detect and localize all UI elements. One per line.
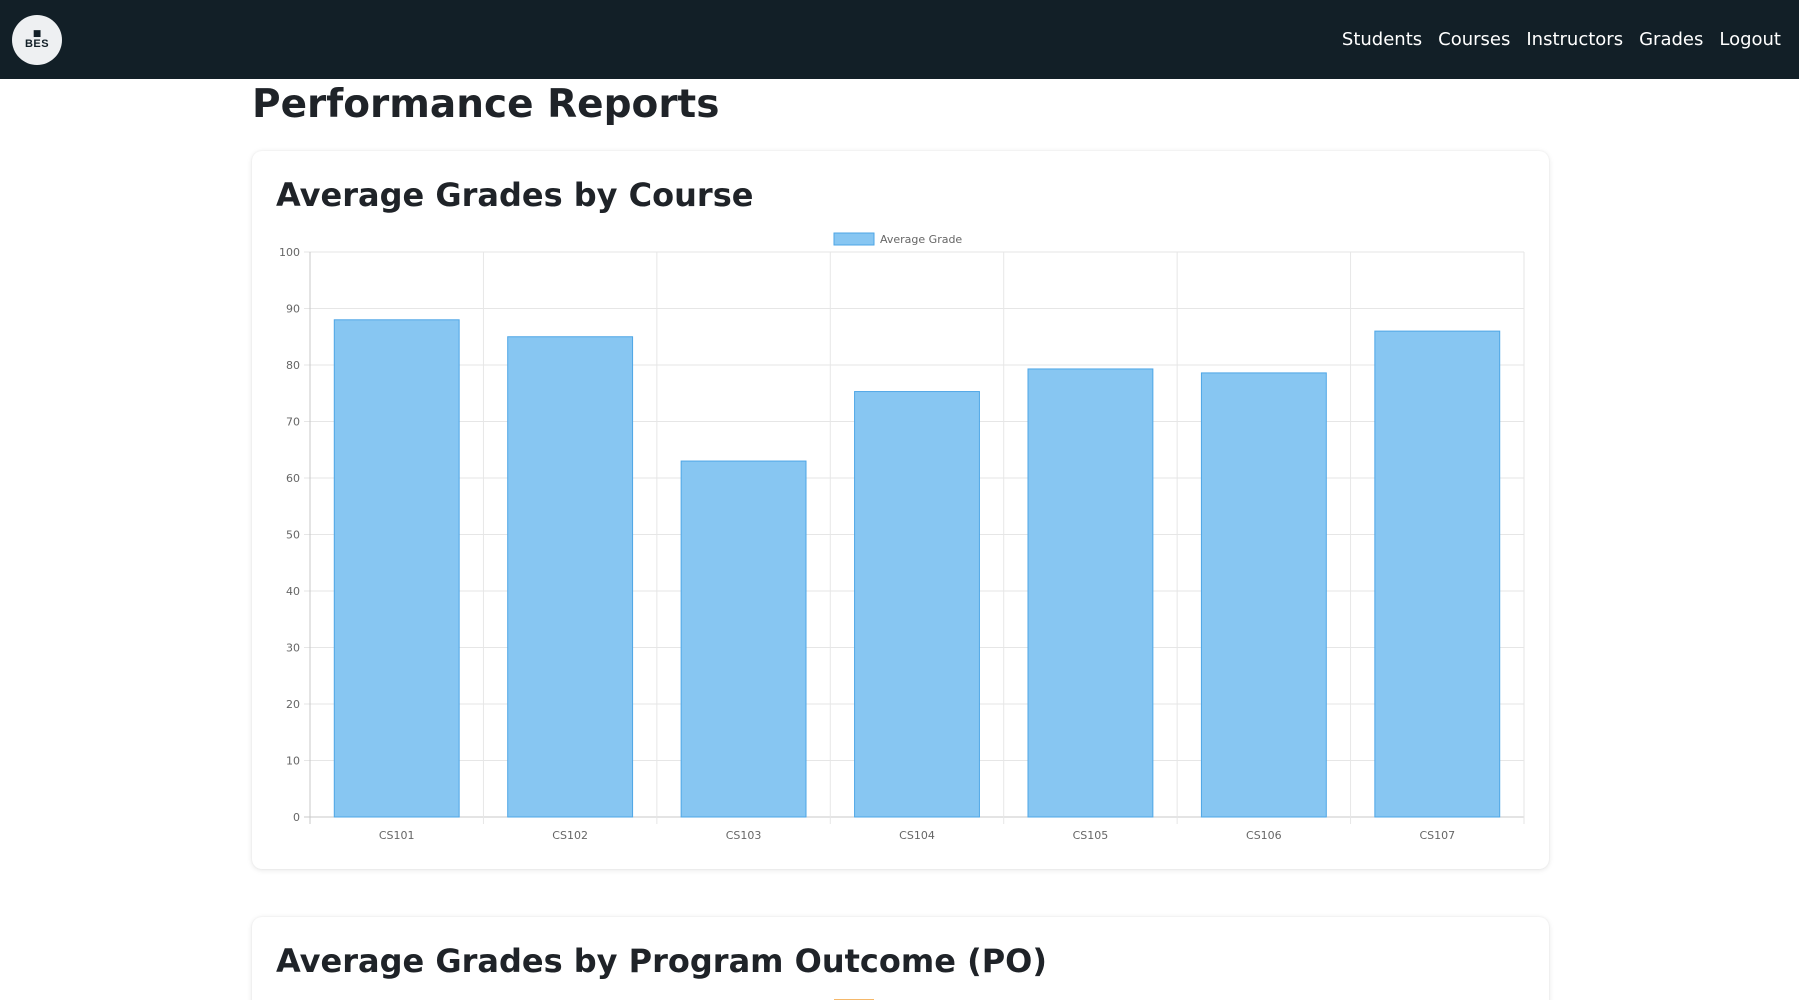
nav-link-students[interactable]: Students xyxy=(1342,29,1422,50)
x-tick-label: CS106 xyxy=(1246,829,1282,842)
y-tick-label: 70 xyxy=(286,416,300,429)
top-navbar: ■ BES Students Courses Instructors Grade… xyxy=(0,0,1799,79)
bar-cs102 xyxy=(507,336,634,818)
nav-link-logout[interactable]: Logout xyxy=(1719,29,1781,50)
y-tick-label: 50 xyxy=(286,529,300,542)
nav-link-courses[interactable]: Courses xyxy=(1438,29,1510,50)
y-tick-label: 0 xyxy=(293,811,300,824)
legend-swatch xyxy=(833,232,875,246)
y-tick-label: 60 xyxy=(286,472,300,485)
po-grades-card: Average Grades by Program Outcome (PO) xyxy=(252,917,1549,1000)
bar-cs104 xyxy=(854,391,980,818)
nav-link-instructors[interactable]: Instructors xyxy=(1526,29,1623,50)
y-tick-label: 10 xyxy=(286,755,300,768)
y-tick-label: 80 xyxy=(286,359,300,372)
legend-label: Average Grade xyxy=(880,233,962,246)
nav-link-grades[interactable]: Grades xyxy=(1639,29,1703,50)
bar-cs105 xyxy=(1027,368,1154,818)
x-tick-label: CS102 xyxy=(552,829,588,842)
course-grades-chart: 0 10 20 30 40 50 60 70 80 90 100 CS101 CS102 CS103 CS1… xyxy=(279,232,1525,842)
x-tick-label: CS104 xyxy=(899,829,935,842)
x-tick-label: CS105 xyxy=(1073,829,1109,842)
course-grades-card: Average Grades by Course 0 10 20 30 40 50 60 70… xyxy=(252,151,1549,869)
page-title: Performance Reports xyxy=(252,82,720,127)
bar-cs101 xyxy=(333,319,460,818)
bar-cs107 xyxy=(1374,330,1501,818)
y-tick-label: 30 xyxy=(286,642,300,655)
bar-cs103 xyxy=(680,460,807,818)
y-tick-label: 40 xyxy=(286,585,300,598)
brand-logo-text: BES xyxy=(24,37,50,50)
bar-cs106 xyxy=(1200,372,1327,818)
po-grades-chart xyxy=(834,999,874,1000)
y-tick-label: 20 xyxy=(286,698,300,711)
nav-links: Students Courses Instructors Grades Logo… xyxy=(1342,29,1781,50)
x-tick-label: CS103 xyxy=(726,829,762,842)
x-tick-label: CS107 xyxy=(1419,829,1455,842)
y-tick-label: 100 xyxy=(279,246,300,259)
x-tick-label: CS101 xyxy=(379,829,415,842)
brand-logo[interactable]: ■ BES xyxy=(12,14,62,65)
y-tick-label: 90 xyxy=(286,303,300,316)
